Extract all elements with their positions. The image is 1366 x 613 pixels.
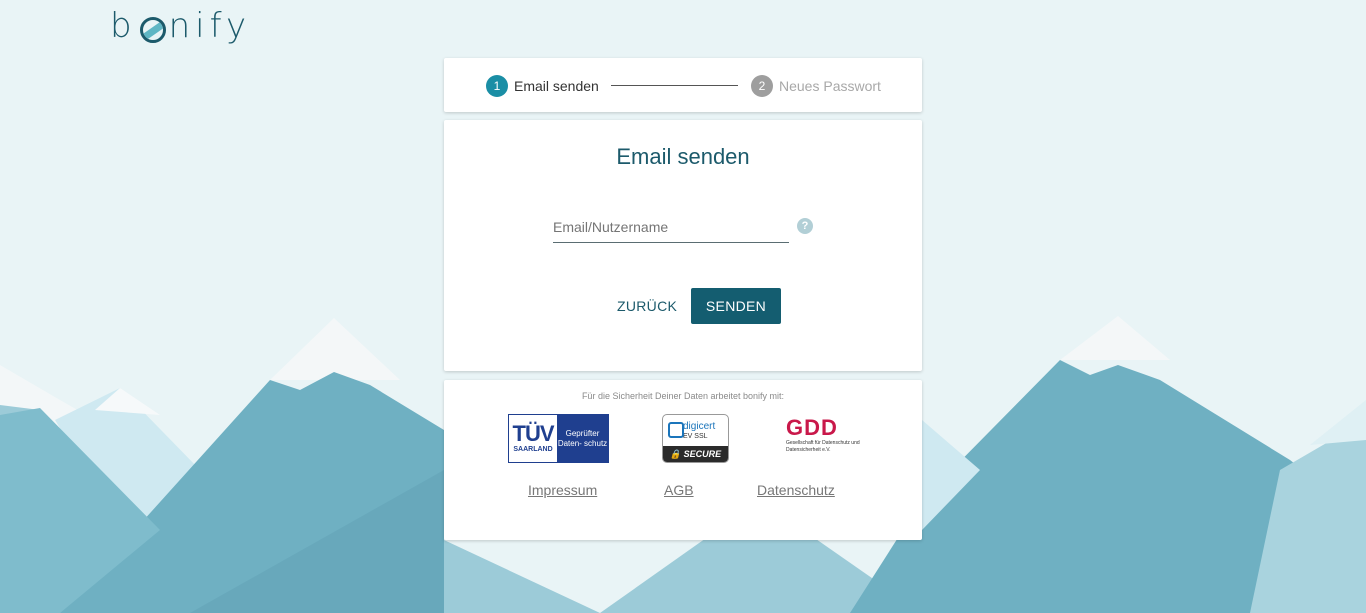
step-number-1: 1 [486, 75, 508, 97]
step-label-1: Email senden [514, 78, 599, 94]
logo-o-icon [139, 17, 166, 43]
email-field-wrapper [553, 214, 789, 243]
logo-text-right: nify [168, 6, 252, 46]
email-form-card: Email senden ? ZURÜCK SENDEN [444, 120, 922, 371]
bonify-logo[interactable]: b nify [110, 4, 251, 48]
datenschutz-link[interactable]: Datenschutz [757, 482, 835, 498]
send-button[interactable]: SENDEN [691, 288, 781, 324]
tuv-brand: TÜV [512, 421, 555, 446]
security-text: Für die Sicherheit Deiner Daten arbeitet… [581, 391, 785, 401]
gdd-subtitle: Gesellschaft für Datenschutz und Datensi… [786, 440, 860, 453]
digicert-mark-icon [668, 422, 684, 438]
back-button[interactable]: ZURÜCK [609, 288, 685, 324]
impressum-link[interactable]: Impressum [528, 482, 597, 498]
digicert-badge[interactable]: digicert EV SSL 🔒 SECURE [662, 414, 729, 463]
step-connector [611, 85, 738, 86]
agb-link[interactable]: AGB [664, 482, 694, 498]
security-footer-card: Für die Sicherheit Deiner Daten arbeitet… [444, 380, 922, 540]
form-title: Email senden [616, 144, 750, 169]
digicert-type: EV SSL [683, 432, 708, 440]
gdd-badge[interactable]: GDD Gesellschaft für Datenschutz und Dat… [786, 416, 866, 461]
help-icon[interactable]: ? [797, 218, 813, 234]
step-number-2: 2 [751, 75, 773, 97]
digicert-secure: SECURE [683, 449, 722, 459]
step-neues-passwort: 2 Neues Passwort [751, 75, 881, 97]
lock-icon: 🔒 [669, 448, 684, 459]
gdd-brand: GDD [786, 415, 838, 440]
logo-text-left: b [110, 6, 137, 46]
step-label-2: Neues Passwort [779, 78, 881, 94]
tuv-text: Geprüfter Daten- schutz [557, 428, 608, 448]
tuv-region: SAARLAND [513, 446, 553, 453]
stepper-card: 1 Email senden 2 Neues Passwort [444, 58, 922, 112]
email-input[interactable] [553, 214, 789, 240]
digicert-brand: digicert [683, 420, 716, 432]
step-email-senden: 1 Email senden [486, 75, 599, 97]
tuv-badge[interactable]: TÜV SAARLAND Geprüfter Daten- schutz [508, 414, 609, 463]
tuv-logo: TÜV SAARLAND [509, 415, 557, 462]
